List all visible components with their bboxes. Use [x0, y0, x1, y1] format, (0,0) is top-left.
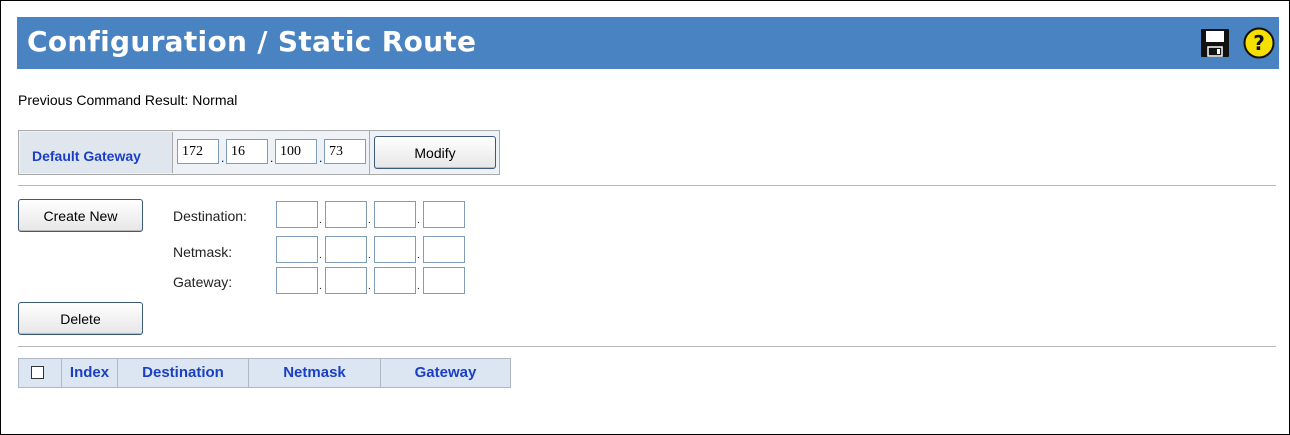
destination-octet-2[interactable]	[325, 201, 367, 228]
gateway-octet-1[interactable]	[276, 267, 318, 294]
column-header-gateway: Gateway	[414, 364, 477, 381]
create-new-button[interactable]: Create New	[18, 199, 143, 232]
route-table-header: Index Destination Netmask Gateway	[18, 358, 511, 388]
page-header: Configuration / Static Route ?	[17, 17, 1279, 69]
divider	[18, 346, 1276, 347]
default-gateway-panel: Default Gateway . . . Modify	[18, 130, 500, 175]
netmask-octet-3[interactable]	[374, 236, 416, 263]
default-gateway-octet-3[interactable]	[275, 139, 317, 164]
destination-octet-3[interactable]	[374, 201, 416, 228]
default-gateway-octet-1[interactable]	[177, 139, 219, 164]
destination-label: Destination:	[173, 208, 247, 224]
page-title: Configuration / Static Route	[27, 25, 477, 58]
gateway-octet-4[interactable]	[423, 267, 465, 294]
help-icon[interactable]: ?	[1243, 27, 1275, 59]
gateway-octet-3[interactable]	[374, 267, 416, 294]
destination-octet-4[interactable]	[423, 201, 465, 228]
default-gateway-label: Default Gateway	[32, 148, 141, 164]
modify-button[interactable]: Modify	[374, 136, 496, 169]
divider	[18, 185, 1276, 186]
netmask-octet-4[interactable]	[423, 236, 465, 263]
gateway-octet-2[interactable]	[325, 267, 367, 294]
column-header-index: Index	[62, 359, 118, 387]
default-gateway-octet-4[interactable]	[324, 139, 366, 164]
gateway-label: Gateway:	[173, 274, 233, 290]
column-header-destination: Destination	[118, 359, 249, 387]
select-all-checkbox[interactable]	[31, 366, 44, 379]
save-icon[interactable]	[1200, 28, 1230, 58]
netmask-octet-1[interactable]	[276, 236, 318, 263]
svg-text:?: ?	[1253, 31, 1265, 55]
column-header-netmask: Netmask	[249, 359, 381, 387]
default-gateway-octet-2[interactable]	[226, 139, 268, 164]
delete-button[interactable]: Delete	[18, 302, 143, 335]
netmask-octet-2[interactable]	[325, 236, 367, 263]
default-gateway-label-cell: Default Gateway	[20, 132, 173, 173]
command-result-text: Previous Command Result: Normal	[18, 92, 238, 108]
netmask-label: Netmask:	[173, 244, 233, 260]
destination-octet-1[interactable]	[276, 201, 318, 228]
select-all-cell	[19, 359, 62, 387]
